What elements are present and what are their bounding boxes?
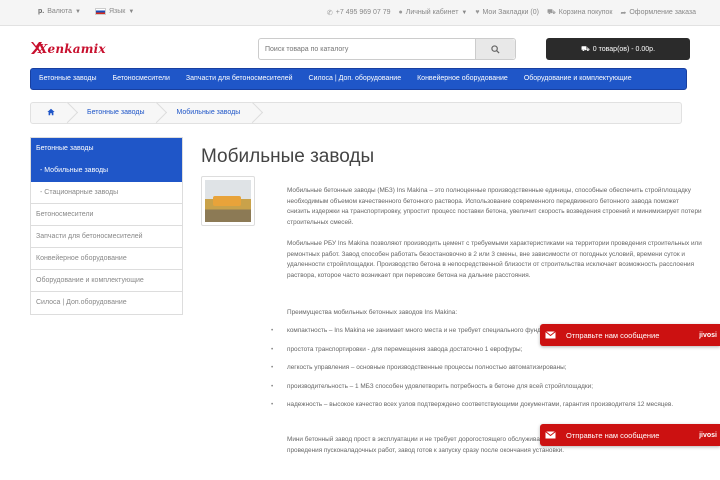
russia-flag-icon xyxy=(94,8,106,15)
breadcrumb-home[interactable] xyxy=(31,102,71,124)
sidebar-item-mobile-plants[interactable]: - Мобильные заводы xyxy=(31,160,182,182)
top-bar: р. Валюта ▼ Язык ▼ ✆ +7 495 969 07 79 ● … xyxy=(0,0,720,26)
heart-icon: ♥ xyxy=(475,9,480,16)
chat-label: Отправьте нам сообщение xyxy=(566,330,660,340)
share-icon: ➦ xyxy=(620,9,627,17)
breadcrumb-label: Бетонные заводы xyxy=(87,109,145,116)
currency-selector[interactable]: р. Валюта ▼ xyxy=(38,8,81,15)
nav-item-mixer-parts[interactable]: Запчасти для бетоносмесителей xyxy=(178,68,301,90)
mobile-plant-image xyxy=(205,180,251,222)
description-paragraph-2: Мобильные РБУ Ins Makina позволяют произ… xyxy=(287,240,702,279)
phone-text: +7 495 969 07 79 xyxy=(335,9,391,16)
sidebar: Бетонные заводы - Мобильные заводы - Ста… xyxy=(30,137,183,315)
logo[interactable]: Xenkamix xyxy=(30,38,106,60)
breadcrumb-label: Мобильные заводы xyxy=(176,109,241,116)
chat-widget[interactable]: Отправьте нам сообщение jivosi xyxy=(540,324,720,346)
description-paragraph-1: Мобильные бетонные заводы (МБЗ) Ins Maki… xyxy=(287,187,702,226)
cart-link-text: Корзина покупок xyxy=(558,9,613,16)
nav-item-silos[interactable]: Силоса | Доп. оборудование xyxy=(301,68,410,90)
sidebar-item-mixer-parts[interactable]: Запчасти для бетоносмесителей xyxy=(31,226,182,248)
language-selector[interactable]: Язык ▼ xyxy=(94,8,135,15)
home-icon xyxy=(47,108,55,116)
search-button[interactable] xyxy=(475,39,515,59)
page-title: Мобильные заводы xyxy=(201,146,375,167)
sidebar-item-mixers[interactable]: Бетоносмесители xyxy=(31,204,182,226)
list-item: легкость управления – основные производс… xyxy=(271,363,701,374)
sidebar-item-conveyors[interactable]: Конвейерное оборудование xyxy=(31,248,182,270)
logo-text: Xenkamix xyxy=(38,42,106,56)
phone-icon: ✆ xyxy=(326,9,333,17)
envelope-icon xyxy=(540,324,560,346)
phone-link[interactable]: ✆ +7 495 969 07 79 xyxy=(327,9,391,17)
breadcrumb-item[interactable]: Бетонные заводы xyxy=(71,102,160,124)
list-item: производительность – 1 МБЗ способен удов… xyxy=(271,382,701,393)
checkout-link[interactable]: ➦ Оформление заказа xyxy=(620,9,696,17)
list-item: надежность – высокое качество всех узлов… xyxy=(271,400,701,411)
breadcrumb-item[interactable]: Мобильные заводы xyxy=(160,102,256,124)
user-icon: ● xyxy=(398,9,403,16)
nav-item-mixers[interactable]: Бетоносмесители xyxy=(104,68,177,90)
wishlist-link[interactable]: ♥ Мои Закладки (0) xyxy=(475,9,539,16)
cart-icon: ⛟ xyxy=(546,9,556,16)
chevron-down-icon: ▼ xyxy=(75,8,81,15)
category-thumbnail[interactable] xyxy=(201,176,255,226)
chevron-down-icon: ▼ xyxy=(461,9,468,16)
account-link[interactable]: ● Личный кабинет ▼ xyxy=(399,9,468,16)
search-icon xyxy=(491,44,500,54)
sidebar-item-concrete-plants[interactable]: Бетонные заводы xyxy=(31,138,182,160)
language-label: Язык xyxy=(108,8,126,15)
breadcrumb: Бетонные заводы Мобильные заводы xyxy=(30,102,682,124)
chat-widget[interactable]: Отправьте нам сообщение jivosi xyxy=(540,424,720,446)
chat-label: Отправьте нам сообщение xyxy=(566,430,660,440)
cart-summary: 0 товар(ов) - 0.00р. xyxy=(592,45,656,53)
main-nav: Бетонные заводы Бетоносмесители Запчасти… xyxy=(30,68,687,90)
account-text: Личный кабинет xyxy=(405,9,459,16)
sidebar-item-silos[interactable]: Силоса | Доп.оборудование xyxy=(31,292,182,314)
chat-brand: jivosi xyxy=(699,331,717,339)
list-item: простота транспортировки - для перемещен… xyxy=(271,345,701,356)
header: Xenkamix ⛟ 0 товар(ов) - 0.00р. xyxy=(0,26,720,70)
cart-button[interactable]: ⛟ 0 товар(ов) - 0.00р. xyxy=(546,38,690,60)
checkout-text: Оформление заказа xyxy=(629,9,696,16)
cart-icon: ⛟ xyxy=(580,45,590,53)
chat-brand: jivosi xyxy=(699,431,717,439)
sidebar-item-equipment[interactable]: Оборудование и комплектующие xyxy=(31,270,182,292)
nav-item-conveyors[interactable]: Конвейерное оборудование xyxy=(409,68,516,90)
chevron-down-icon: ▼ xyxy=(128,8,135,15)
advantages-heading: Преимущества мобильных бетонных заводов … xyxy=(287,309,458,316)
nav-item-concrete-plants[interactable]: Бетонные заводы xyxy=(31,68,104,90)
main-content: Мобильные заводы Мобильные бетонные заво… xyxy=(201,146,702,454)
wishlist-text: Мои Закладки (0) xyxy=(482,9,539,16)
search-bar xyxy=(258,38,516,60)
currency-symbol: р. xyxy=(38,8,45,15)
nav-item-equipment[interactable]: Оборудование и комплектующие xyxy=(516,68,640,90)
sidebar-item-stationary-plants[interactable]: - Стационарные заводы xyxy=(31,182,182,204)
cart-link[interactable]: ⛟ Корзина покупок xyxy=(547,8,613,17)
search-input[interactable] xyxy=(259,39,475,59)
envelope-icon xyxy=(540,424,560,446)
currency-label: Валюта xyxy=(47,8,72,15)
